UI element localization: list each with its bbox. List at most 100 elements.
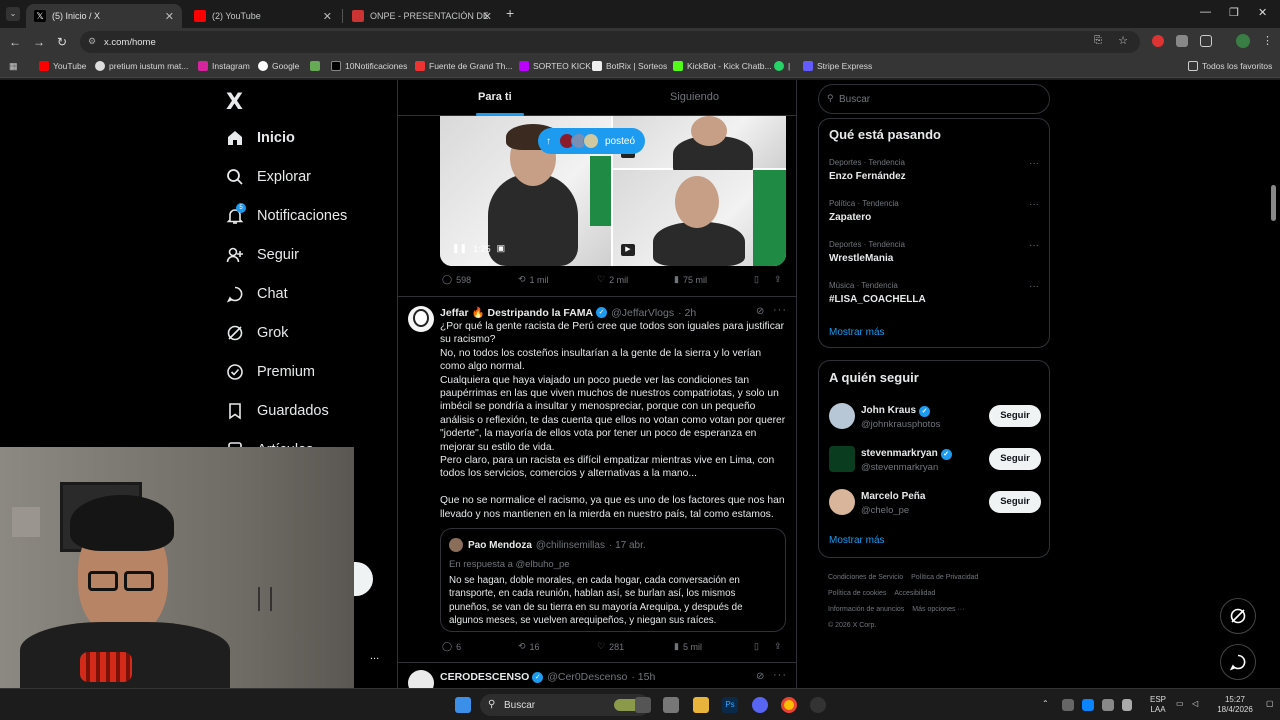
start-icon[interactable] [455, 697, 471, 713]
app-icon[interactable] [810, 697, 826, 713]
footer-link[interactable]: Información de anuncios [828, 606, 904, 613]
reply-button[interactable]: ◯ 598 [442, 274, 471, 285]
onedrive-icon[interactable] [1082, 699, 1094, 711]
x-logo[interactable]: X [226, 90, 243, 115]
nav-item-seguir[interactable]: Seguir [226, 240, 299, 270]
avatar[interactable] [408, 670, 434, 688]
close-window-icon[interactable]: ✕ [1258, 6, 1267, 19]
author-handle[interactable]: @JeffarVlogs [611, 307, 674, 319]
like-button[interactable]: ♡ 281 [597, 641, 624, 652]
bookmark-tweet-icon[interactable]: ▯ [754, 641, 759, 652]
more-options-icon[interactable]: ··· [1029, 199, 1039, 210]
more-options-icon[interactable]: ··· [1029, 240, 1039, 251]
author-name[interactable]: Jeffar 🔥 Destripando la FAMA [440, 306, 593, 319]
new-posts-pill[interactable]: ↑ posteó [538, 128, 646, 154]
extension-red-icon[interactable] [1152, 35, 1164, 47]
notification-center-icon[interactable]: ▢ [1266, 699, 1274, 709]
play-icon[interactable]: ▶ [621, 244, 635, 256]
pause-icon[interactable]: ❚❚ [452, 243, 467, 254]
show-more-follow-link[interactable]: Mostrar más [829, 535, 885, 546]
captions-icon[interactable]: ▣ [497, 243, 506, 254]
forward-icon[interactable]: → [33, 35, 45, 49]
footer-link[interactable]: Más opciones ··· [912, 606, 964, 613]
network-icon[interactable]: ▭ [1176, 699, 1184, 709]
apps-grid-icon[interactable]: ▦ [9, 61, 18, 72]
nav-item-chat[interactable]: Chat [226, 279, 288, 309]
nav-item-explorar[interactable]: Explorar [226, 162, 311, 192]
follow-suggestion[interactable]: John Kraus ✓ @johnkrausphotos Seguir [829, 403, 1041, 433]
bookmark-whatsapp[interactable]: | [774, 61, 790, 71]
like-button[interactable]: ♡ 2 mil [597, 274, 628, 285]
avatar[interactable] [408, 306, 434, 332]
footer-link[interactable]: Política de cookies [828, 590, 886, 597]
file-explorer-icon[interactable] [693, 697, 709, 713]
bookmark-stripe[interactable]: Stripe Express [803, 61, 872, 71]
bookmark-instagram[interactable]: Instagram [198, 61, 250, 71]
follow-suggestion[interactable]: stevenmarkryan ✓ @stevenmarkryan Seguir [829, 446, 1041, 476]
repost-button[interactable]: ⟲ 16 [518, 641, 540, 652]
more-options-icon[interactable]: ··· [773, 304, 787, 316]
show-more-trends-link[interactable]: Mostrar más [829, 327, 885, 338]
taskbar-search[interactable]: ⚲ Buscar [480, 694, 650, 716]
tab-siguiendo[interactable]: Siguiendo [670, 91, 719, 103]
tray-chevron-icon[interactable]: ⌃ [1042, 699, 1049, 709]
tab-youtube[interactable]: (2) YouTube ✕ [186, 4, 340, 28]
minimize-icon[interactable]: — [1200, 6, 1211, 18]
share-icon[interactable]: ⇪ [774, 274, 782, 285]
follow-button[interactable]: Seguir [989, 448, 1041, 470]
video-controls[interactable]: ❚❚ 1:25 ▣ [452, 243, 505, 254]
bookmark-star-icon[interactable]: ☆ [1118, 34, 1128, 47]
bookmark-youtube[interactable]: YouTube [39, 61, 86, 71]
volume-icon[interactable]: ◁ [1192, 699, 1198, 709]
search-input[interactable]: ⚲ Buscar [818, 84, 1050, 114]
language-indicator[interactable]: ESP LAA [1146, 695, 1170, 715]
grok-icon[interactable]: ⊘ [756, 306, 764, 317]
author-name[interactable]: CERODESCENSO [440, 671, 529, 683]
bookmark-kickbot[interactable]: KickBot - Kick Chatb... [673, 61, 772, 71]
profile-avatar[interactable] [1236, 34, 1250, 48]
tab-x-home[interactable]: 𝕏 (5) Inicio / X ✕ [26, 4, 182, 28]
trend-item[interactable]: Deportes · Tendencia WrestleMania ··· [829, 240, 1039, 264]
chrome-menu-icon[interactable]: ⋮ [1262, 34, 1273, 47]
grok-fab-button[interactable] [1220, 598, 1256, 634]
account-more-icon[interactable]: ... [370, 650, 379, 662]
chrome-icon[interactable] [781, 697, 797, 713]
bookmark-pretium[interactable]: pretium iustum mat... [95, 61, 188, 71]
nav-item-inicio[interactable]: Inicio [226, 123, 295, 153]
tab-search-button[interactable]: ⌄ [6, 7, 20, 21]
nav-item-guardados[interactable]: Guardados [226, 396, 329, 426]
quoted-tweet[interactable]: Pao Mendoza @chilinsemillas · 17 abr. En… [440, 528, 786, 632]
nav-item-premium[interactable]: Premium [226, 357, 315, 387]
close-tab-icon[interactable]: ✕ [483, 10, 492, 23]
views-button[interactable]: ▮ 75 mil [674, 274, 707, 285]
repost-button[interactable]: ⟲ 1 mil [518, 274, 549, 285]
microphone-icon[interactable] [1122, 699, 1132, 711]
maximize-icon[interactable]: ❐ [1229, 6, 1239, 19]
share-icon[interactable]: ⇪ [774, 641, 782, 652]
tab-para-ti[interactable]: Para ti [478, 91, 512, 103]
trend-item[interactable]: Política · Tendencia Zapatero ··· [829, 199, 1039, 223]
author-handle[interactable]: @Cer0Descenso [547, 671, 627, 683]
site-info-icon[interactable]: ⚙ [88, 36, 96, 47]
bookmark-google[interactable]: Google [258, 61, 299, 71]
bookmark-tweet-icon[interactable]: ▯ [754, 274, 759, 285]
more-options-icon[interactable]: ··· [773, 669, 787, 681]
clock[interactable]: 15:27 18/4/2026 [1210, 695, 1260, 715]
follow-button[interactable]: Seguir [989, 405, 1041, 427]
install-app-icon[interactable]: ⎘ [1094, 35, 1102, 46]
tray-icon[interactable] [1102, 699, 1114, 711]
extensions-puzzle-icon[interactable] [1200, 35, 1212, 47]
discord-icon[interactable] [752, 697, 768, 713]
task-view-icon[interactable] [635, 697, 651, 713]
follow-suggestion[interactable]: Marcelo Peña @chelo_pe Seguir [829, 489, 1041, 519]
photoshop-icon[interactable]: Ps [722, 697, 738, 713]
more-options-icon[interactable]: ··· [1029, 158, 1039, 169]
all-bookmarks[interactable]: Todos los favoritos [1188, 61, 1272, 71]
footer-link[interactable]: Accesibilidad [894, 590, 935, 597]
tray-icon[interactable] [1062, 699, 1074, 711]
tweet-time[interactable]: · 2h [678, 307, 696, 319]
more-options-icon[interactable]: ··· [1029, 281, 1039, 292]
nav-item-grok[interactable]: Grok [226, 318, 288, 348]
bookmark-10notificaciones[interactable]: 10Notificaciones [331, 61, 407, 71]
bookmark-unknown[interactable] [310, 61, 324, 71]
